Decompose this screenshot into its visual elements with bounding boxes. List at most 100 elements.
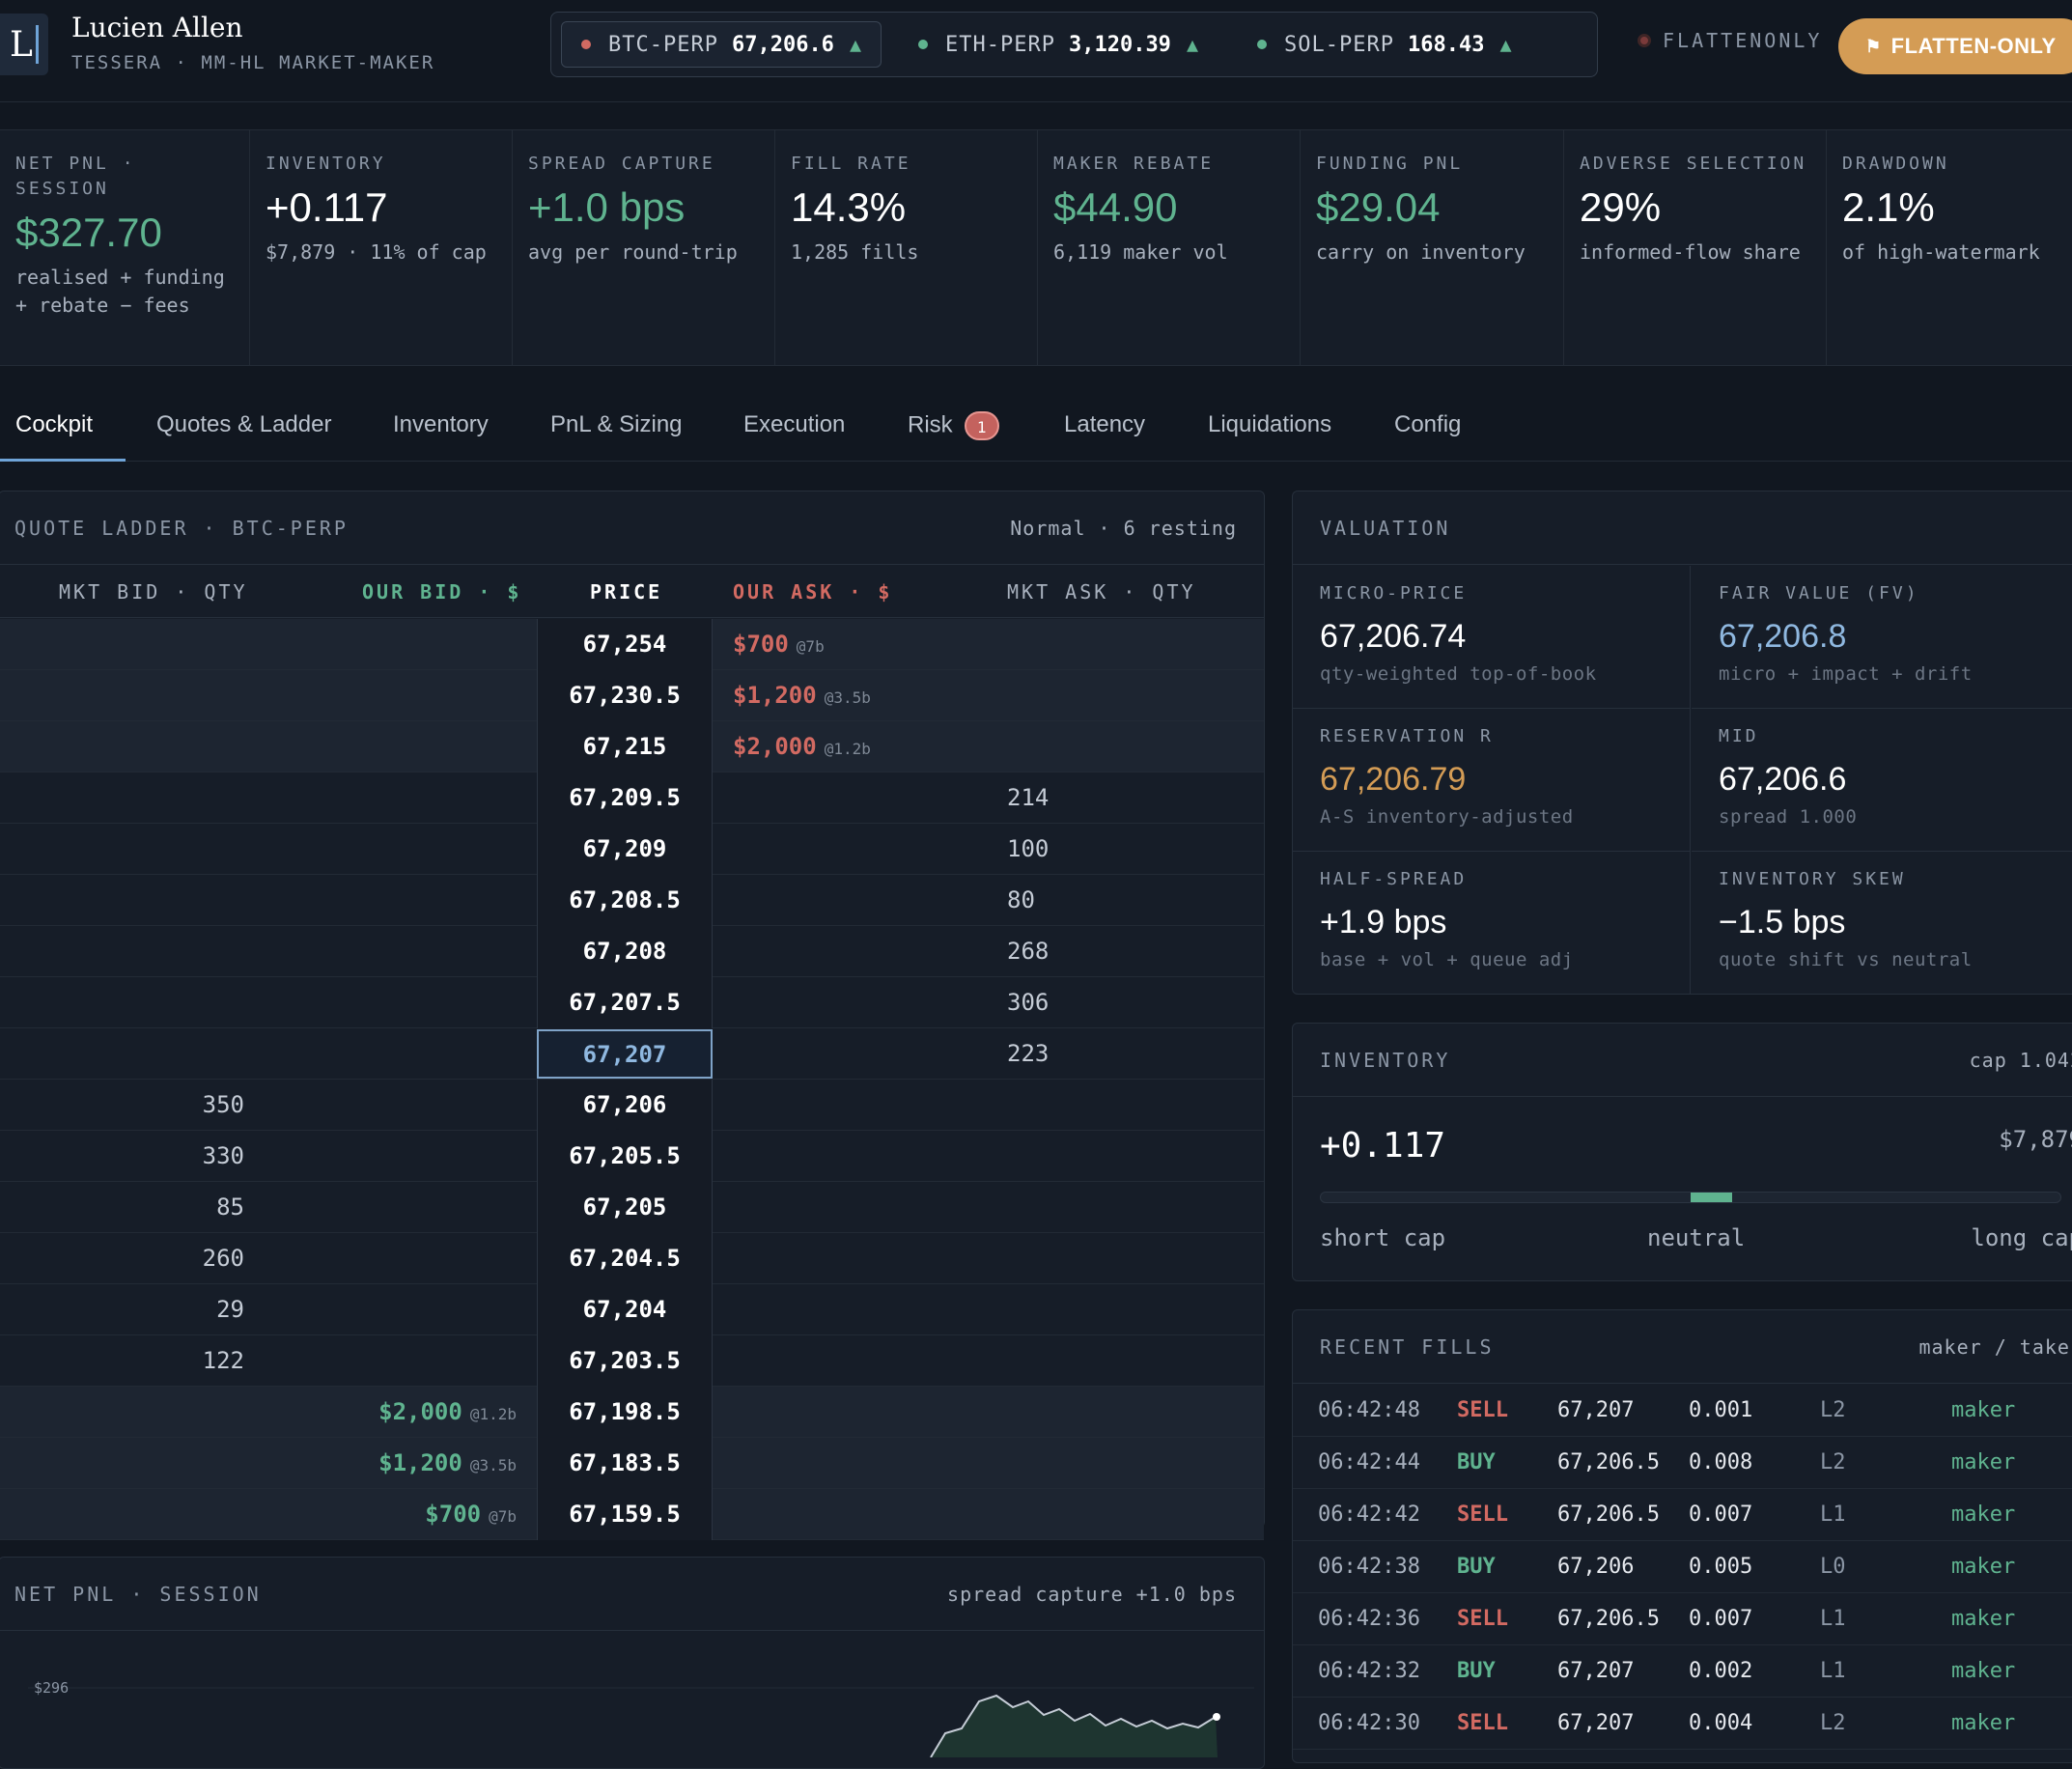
- fill-qty: 0.007: [1689, 1607, 1753, 1631]
- price-cell[interactable]: 67,205: [537, 1182, 713, 1233]
- flatten-only-button[interactable]: ⚑ FLATTEN-ONLY: [1838, 18, 2072, 74]
- ladder-row[interactable]: 350 67,206: [0, 1080, 1264, 1131]
- tab-latency[interactable]: Latency: [1064, 411, 1145, 462]
- market-ask-qty: 306: [1007, 989, 1050, 1016]
- price-cell[interactable]: 67,209: [537, 824, 713, 875]
- kpi-subtext: realised + funding + rebate − fees: [15, 266, 225, 317]
- market-bid-qty: 29: [216, 1296, 244, 1323]
- market-bid-qty: 122: [202, 1347, 244, 1374]
- fill-side: BUY: [1457, 1450, 1496, 1474]
- metric-label: MID: [1719, 726, 1759, 746]
- kpi-subtext: 1,285 fills: [791, 240, 919, 264]
- ticker-eth-perp[interactable]: ETH-PERP 3,120.39 ▲: [899, 21, 1218, 68]
- price-cell[interactable]: 67,208.5: [537, 875, 713, 926]
- kpi-label: INVENTORY: [266, 154, 386, 174]
- price-cell[interactable]: 67,207.5: [537, 977, 713, 1028]
- ask-offset-tag: @7b: [796, 637, 825, 656]
- ladder-row[interactable]: 67,254 $700 @7b: [0, 619, 1264, 670]
- panel-title: VALUATION: [1320, 516, 1451, 540]
- fill-level: L0: [1820, 1555, 1846, 1579]
- tab-cockpit[interactable]: Cockpit: [0, 411, 126, 462]
- market-ask-qty: 214: [1007, 784, 1050, 811]
- col-our-bid: OUR BID · $: [362, 580, 522, 604]
- tab-inventory[interactable]: Inventory: [393, 411, 489, 462]
- ticker-btc-perp[interactable]: BTC-PERP 67,206.6 ▲: [561, 21, 882, 68]
- pnl-meta: spread capture +1.0 bps: [947, 1582, 1237, 1606]
- ladder-row[interactable]: 67,209.5 214: [0, 772, 1264, 824]
- metric-label: FAIR VALUE (FV): [1719, 583, 1919, 604]
- gauge-label-short: short cap: [1320, 1224, 1446, 1251]
- ladder-row[interactable]: 67,230.5 $1,200 @3.5b: [0, 670, 1264, 721]
- ladder-row[interactable]: 67,215 $2,000 @1.2b: [0, 721, 1264, 772]
- fill-row[interactable]: 06:42:48 SELL 67,207 0.001 L2 maker: [1293, 1385, 2072, 1437]
- ladder-row[interactable]: 330 67,205.5: [0, 1131, 1264, 1182]
- ladder-row[interactable]: 122 67,203.5: [0, 1335, 1264, 1387]
- price-cell[interactable]: 67,198.5: [537, 1387, 713, 1438]
- our-bid-size: $2,000 @1.2b: [378, 1398, 517, 1425]
- price-cell[interactable]: 67,208: [537, 926, 713, 977]
- fill-row[interactable]: 06:42:44 BUY 67,206.5 0.008 L2 maker: [1293, 1437, 2072, 1489]
- kpi-value: $29.04: [1316, 184, 1441, 230]
- price-cell[interactable]: 67,159.5: [537, 1489, 713, 1540]
- valuation-metric: FAIR VALUE (FV) 67,206.8 micro + impact + …: [1692, 566, 2072, 709]
- kpi-subtext: carry on inventory: [1316, 240, 1526, 264]
- ladder-row[interactable]: 67,209 100: [0, 824, 1264, 875]
- ladder-row[interactable]: 67,208.5 80: [0, 875, 1264, 926]
- fill-row[interactable]: 06:42:38 BUY 67,206 0.005 L0 maker: [1293, 1541, 2072, 1593]
- fill-side: BUY: [1457, 1659, 1496, 1683]
- kpi-subtext: 6,119 maker vol: [1053, 240, 1228, 264]
- tab-risk[interactable]: Risk 1: [908, 411, 999, 462]
- price-cell[interactable]: 67,230.5: [537, 670, 713, 721]
- price-cell[interactable]: 67,183.5: [537, 1438, 713, 1489]
- tab-label: Latency: [1064, 411, 1146, 437]
- ladder-row[interactable]: $1,200 @3.5b 67,183.5: [0, 1438, 1264, 1489]
- fill-row[interactable]: 06:42:42 SELL 67,206.5 0.007 L1 maker: [1293, 1489, 2072, 1541]
- price-cell[interactable]: 67,203.5: [537, 1335, 713, 1387]
- price-cell[interactable]: 67,215: [537, 721, 713, 772]
- ask-offset-tag: @1.2b: [824, 740, 871, 758]
- ladder-row[interactable]: 29 67,204: [0, 1284, 1264, 1335]
- fill-row[interactable]: 06:42:32 BUY 67,207 0.002 L1 maker: [1293, 1645, 2072, 1698]
- tab-liquidations[interactable]: Liquidations: [1208, 411, 1331, 462]
- metric-note: qty-weighted top-of-book: [1320, 663, 1597, 685]
- price-cell[interactable]: 67,209.5: [537, 772, 713, 824]
- kpi-strip: NET PNL · SESSION $327.70 realised + fundi…: [0, 129, 2072, 366]
- tab-quotes-ladder[interactable]: Quotes & Ladder: [156, 411, 331, 462]
- gauge-label-neutral: neutral: [1647, 1224, 1746, 1251]
- fill-row[interactable]: 06:42:36 SELL 67,206.5 0.007 L1 maker: [1293, 1593, 2072, 1645]
- fill-time: 06:42:38: [1318, 1555, 1420, 1579]
- top-bar: L Lucien Allen TESSERA · MM-HL MARKET-MA…: [0, 0, 2072, 102]
- price-cell[interactable]: 67,254: [537, 619, 713, 670]
- ladder-row[interactable]: 85 67,205: [0, 1182, 1264, 1233]
- tab-pnl-sizing[interactable]: PnL & Sizing: [550, 411, 683, 462]
- price-cell[interactable]: 67,206: [537, 1080, 713, 1131]
- fill-level: L2: [1820, 1450, 1846, 1474]
- bid-offset-tag: @1.2b: [469, 1405, 517, 1423]
- market-bid-qty: 330: [202, 1142, 244, 1169]
- ticker-sol-perp[interactable]: SOL-PERP 168.43 ▲: [1238, 21, 1531, 68]
- ladder-row[interactable]: $2,000 @1.2b 67,198.5: [0, 1387, 1264, 1438]
- metric-value: 67,206.74: [1320, 618, 1467, 655]
- current-price-cell[interactable]: 67,207: [537, 1029, 713, 1079]
- market-ask-qty: 80: [1007, 886, 1035, 913]
- ladder-row[interactable]: $700 @7b 67,159.5: [0, 1489, 1264, 1540]
- kpi-card: SPREAD CAPTURE +1.0 bps avg per round-trip: [513, 130, 775, 365]
- kpi-card: FUNDING PNL $29.04 carry on inventory: [1301, 130, 1564, 365]
- ladder-row[interactable]: 67,207.5 306: [0, 977, 1264, 1028]
- fill-side: BUY: [1457, 1555, 1496, 1579]
- ladder-row[interactable]: 67,207 223: [0, 1028, 1264, 1080]
- price-cell[interactable]: 67,205.5: [537, 1131, 713, 1182]
- price-cell[interactable]: 67,204.5: [537, 1233, 713, 1284]
- metric-label: MICRO-PRICE: [1320, 583, 1468, 604]
- fill-price: 67,206: [1557, 1555, 1635, 1579]
- fill-qty: 0.007: [1689, 1502, 1753, 1527]
- valuation-panel: VALUATION MICRO-PRICE 67,206.74 qty-weight…: [1292, 491, 2072, 995]
- fill-type: maker: [1951, 1398, 2016, 1422]
- ladder-row[interactable]: 260 67,204.5: [0, 1233, 1264, 1284]
- ladder-row[interactable]: 67,208 268: [0, 926, 1264, 977]
- tab-config[interactable]: Config: [1394, 411, 1461, 462]
- market-ask-qty: 100: [1007, 835, 1050, 862]
- price-cell[interactable]: 67,204: [537, 1284, 713, 1335]
- mode-status: FLATTENONLY: [1638, 29, 1822, 52]
- tab-execution[interactable]: Execution: [743, 411, 845, 462]
